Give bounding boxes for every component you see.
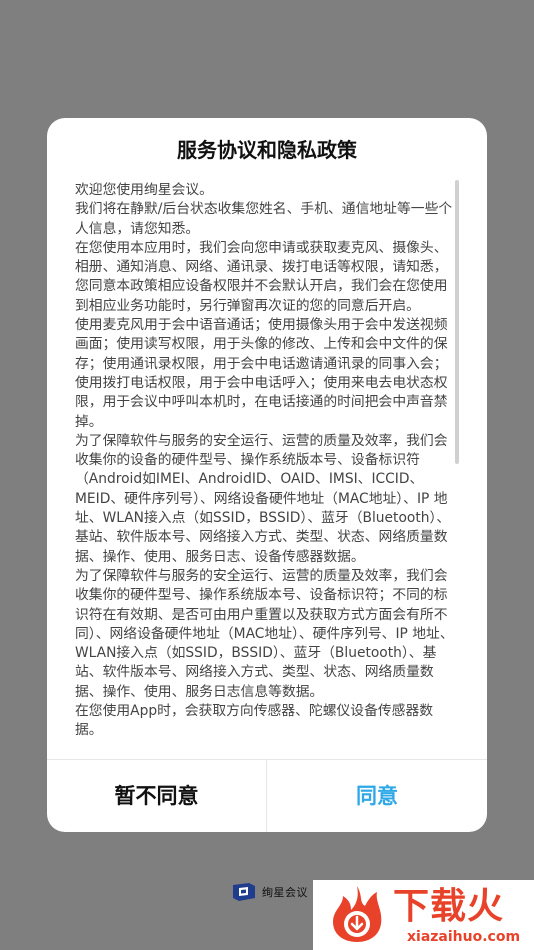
policy-paragraph: 在您使用本应用时，我们会向您申请或获取麦克风、摄像头、相册、通知消息、网络、通讯…: [75, 239, 448, 314]
policy-paragraph: 为了保障软件与服务的安全运行、运营的质量及效率，我们会收集你的硬件型号、操作系统…: [75, 567, 454, 700]
app-brand: 绚星会议: [231, 881, 308, 903]
flame-logo-icon: [333, 886, 382, 942]
dialog-title: 服务协议和隐私政策: [177, 138, 357, 162]
policy-scroll-area[interactable]: 欢迎您使用绚星会议。 我们将在静默/后台状态收集您姓名、手机、通信地址等一些个人…: [75, 181, 458, 761]
policy-paragraph: 在您使用App时，会获取方向传感器、陀螺仪设备传感器数据。: [75, 703, 434, 739]
policy-text: 欢迎您使用绚星会议。 我们将在静默/后台状态收集您姓名、手机、通信地址等一些个人…: [75, 181, 458, 741]
disagree-button[interactable]: 暂不同意: [47, 760, 266, 832]
agree-button[interactable]: 同意: [267, 760, 487, 832]
policy-paragraph: 欢迎您使用绚星会议。: [75, 182, 213, 198]
app-logo-icon: [233, 883, 255, 901]
app-name: 绚星会议: [262, 886, 308, 899]
policy-paragraph: 使用麦克风用于会中语音通话；使用摄像头用于会中发送视频画面；使用读写权限，用于头…: [75, 317, 448, 430]
policy-paragraph: 我们将在静默/后台状态收集您姓名、手机、通信地址等一些个人信息，请您知悉。: [75, 201, 453, 237]
scrollbar-thumb[interactable]: [455, 180, 459, 464]
dialog-button-row: 暂不同意 同意: [47, 759, 487, 832]
watermark-title: 下载火: [393, 886, 505, 927]
watermark: 下载火 xiazaihuo.com: [313, 880, 534, 950]
policy-paragraph: 为了保障软件与服务的安全运行、运营的质量及效率，我们会收集你的设备的硬件型号、操…: [75, 432, 451, 565]
privacy-dialog: 服务协议和隐私政策 欢迎您使用绚星会议。 我们将在静默/后台状态收集您姓名、手机…: [47, 118, 487, 832]
watermark-url: xiazaihuo.com: [407, 929, 521, 945]
